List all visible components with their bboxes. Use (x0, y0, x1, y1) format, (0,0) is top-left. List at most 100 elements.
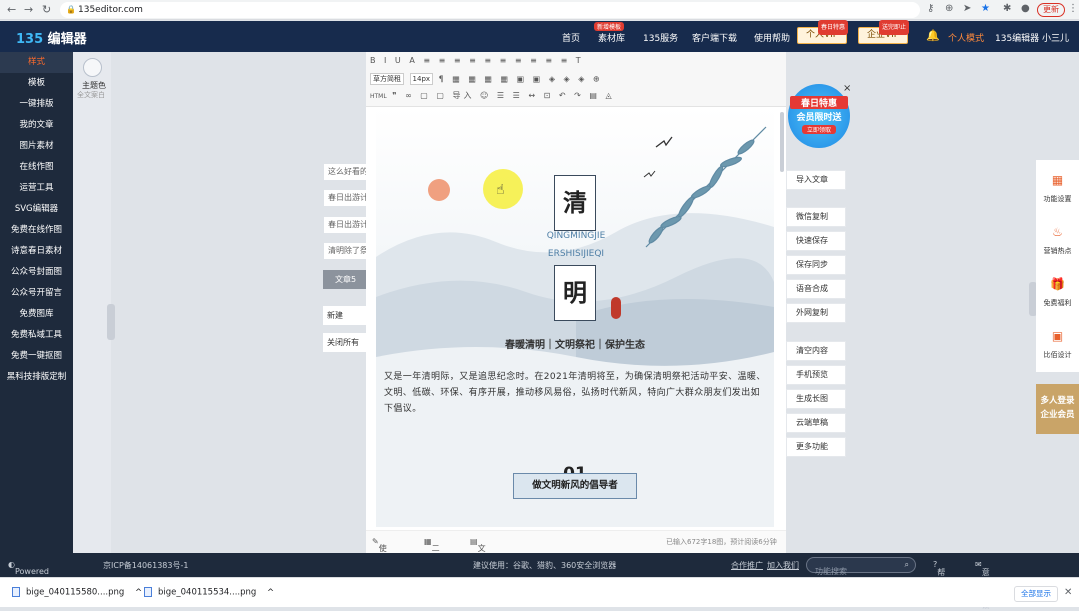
save-sync-button[interactable]: 保存同步 (786, 255, 846, 275)
toolbar-row-insert-icons[interactable]: ❞ ∞ ▢ ▢ 导入 ☺ ☰ ☰ ↔ ⊡ ↶ ↷ ▤ ◬ (392, 91, 614, 100)
partner-link[interactable]: 合作推广 (731, 560, 763, 571)
sidebar-item-free-online-design[interactable]: 免费在线作图 (0, 220, 73, 241)
toolbar-row-font-icons[interactable]: ¶ ▦ ▦ ▦ ▦ ▣ ▣ ◈ ◈ ◈ ⊕ (439, 75, 603, 84)
sidebar-item-private-tools[interactable]: 免费私域工具 (0, 325, 73, 346)
voice-synthesis-button[interactable]: 语音合成 (786, 279, 846, 299)
section-title: 做文明新风的倡导者 (513, 473, 637, 499)
sidebar-item-ops-tools[interactable]: 运营工具 (0, 178, 73, 199)
sidebar-item-cutout[interactable]: 免费一键抠图 (0, 346, 73, 367)
member-promo-line-2: 企业会员 (1040, 410, 1075, 420)
logo-text: 编辑器 (47, 32, 87, 47)
sidebar-item-open-comments[interactable]: 公众号开留言 (0, 283, 73, 304)
signature-button[interactable]: ✎ 使用签名 (372, 537, 387, 586)
close-icon[interactable]: × (843, 83, 851, 94)
wechat-copy-button[interactable]: 微信复制 (786, 207, 846, 227)
app-header: 135 编辑器 首页 新增模板 素材库 135服务 客户端下载 使用帮助 春日特惠… (0, 20, 1079, 52)
toolbar-row-insert[interactable]: HTML ❞ ∞ ▢ ▢ 导入 ☺ ☰ ☰ ↔ ⊡ ↶ ↷ ▤ ◬ (370, 90, 615, 105)
design-item[interactable]: ▣ 比佰设计 (1036, 318, 1079, 368)
proofread-button[interactable]: ▤ 文章校对 (470, 537, 486, 586)
download-item[interactable]: bige_040115580....png ^ (12, 587, 142, 598)
extensions-icon[interactable]: ✱ (1003, 3, 1011, 14)
share-icon[interactable]: ➤ (963, 3, 971, 14)
close-downloads-icon[interactable]: ✕ (1064, 587, 1072, 598)
free-benefits-item[interactable]: 🎁 免费福利 (1036, 266, 1079, 316)
app-footer: ◐ Powered By 135编辑器 京ICP备14061383号-1 建议使… (0, 553, 1079, 610)
zoom-icon[interactable]: ⊕ (945, 3, 953, 14)
promo-ad-cta[interactable]: 立即领取 (802, 125, 836, 134)
font-size-select[interactable]: 14px (409, 73, 434, 85)
enterprise-member-promo[interactable]: 多人登录 企业会员 (1036, 384, 1079, 434)
nav-help-label: 使用帮助 (754, 34, 791, 44)
nav-help[interactable]: 使用帮助 (754, 31, 790, 44)
sidebar-item-templates[interactable]: 模板 (0, 73, 73, 94)
sidebar-item-custom-layout[interactable]: 黑科技排版定制 (0, 367, 73, 388)
join-link[interactable]: 加入我们 (767, 560, 799, 571)
promo-ad[interactable]: 春日特惠 会员限时送 立即领取 (788, 84, 850, 148)
show-all-button[interactable]: 全部显示 (1014, 586, 1058, 602)
editor-scrollbar[interactable] (780, 112, 784, 172)
bookmark-star-icon[interactable]: ★ (981, 3, 990, 14)
download-item[interactable]: bige_040115534....png ^ (144, 587, 274, 598)
long-image-button[interactable]: 生成长图 (786, 389, 846, 409)
key-icon[interactable]: ⚷ (927, 3, 934, 14)
more-functions-button[interactable]: 更多功能 (786, 437, 846, 457)
nav-home[interactable]: 首页 (562, 31, 580, 44)
bell-icon[interactable]: 🔔 (926, 29, 940, 42)
icp-number[interactable]: 京ICP备14061383号-1 (103, 560, 188, 571)
font-family-select[interactable]: 草方简租 (370, 73, 404, 85)
sidebar-item-styles[interactable]: 样式 (0, 52, 73, 73)
enterprise-vip-button[interactable]: 送完即止 企业VIP (858, 20, 910, 44)
back-icon[interactable]: ← (7, 3, 16, 16)
html-button[interactable]: HTML (370, 93, 387, 100)
article-paragraph: 又是一年清明际，又是追思纪念时。在2021年清明将至，为确保清明祭祀活动平安、温… (384, 372, 766, 414)
chevron-up-icon[interactable]: ^ (135, 588, 142, 598)
nav-download[interactable]: 客户端下载 (692, 31, 737, 44)
image-icon: ▣ (1051, 329, 1064, 343)
function-settings-item[interactable]: ▦ 功能设置 (1036, 162, 1079, 212)
personal-vip-button[interactable]: 春日特惠 个人VIP (797, 20, 849, 44)
nav-services[interactable]: 135服务 (643, 31, 678, 44)
sidebar-item-svg-editor[interactable]: SVG编辑器 (0, 199, 73, 220)
import-article-button[interactable]: 导入文章 (786, 170, 846, 190)
menu-icon[interactable]: ⋮ (1068, 3, 1078, 14)
user-name[interactable]: 135编辑器 小三儿 (995, 31, 1069, 44)
function-search-input[interactable]: 功能搜索 ⌕ (806, 557, 916, 576)
article-canvas[interactable]: ☝ 清 QINGMINGJIE ERSHISIJIEQI 明 春暖清明｜文明祭祀… (376, 107, 774, 527)
external-copy-button[interactable]: 外网复制 (786, 303, 846, 323)
address-bar[interactable]: 🔒 135editor.com (60, 2, 920, 18)
sidebar-item-spring-materials[interactable]: 诗意春日素材 (0, 241, 73, 262)
feedback-link[interactable]: ✉ 意见反馈 (975, 560, 990, 610)
chevron-up-icon[interactable]: ^ (267, 588, 274, 598)
sidebar-item-image-materials[interactable]: 图片素材 (0, 136, 73, 157)
right-tool-panel: ▦ 功能设置 ♨ 营销热点 🎁 免费福利 ▣ 比佰设计 (1036, 160, 1079, 372)
sidebar-item-online-design[interactable]: 在线作图 (0, 157, 73, 178)
mobile-preview-button[interactable]: 手机预览 (786, 365, 846, 385)
cloud-draft-button[interactable]: 云端草稿 (786, 413, 846, 433)
collapse-handle[interactable] (107, 304, 115, 340)
forward-icon[interactable]: → (24, 3, 33, 16)
file-icon (144, 587, 152, 597)
article-subtitle: 春暖清明｜文明祭祀｜保护生态 (505, 340, 645, 351)
browser-bar: ← → ↻ 🔒 135editor.com ⚷ ⊕ ➤ ★ ✱ ● 更新 ⋮ (0, 0, 1079, 20)
marketing-hotspot-item[interactable]: ♨ 营销热点 (1036, 214, 1079, 264)
profile-icon[interactable]: ● (1021, 3, 1030, 14)
toolbar-row-format[interactable]: B I U A ≡ ≡ ≡ ≡ ≡ ≡ ≡ ≡ ≡ ≡ T (370, 56, 584, 71)
sidebar-item-cover-images[interactable]: 公众号封面图 (0, 262, 73, 283)
word-count: 已输入672字18图，预计阅读6分钟 (666, 538, 777, 546)
logo[interactable]: 135 编辑器 (16, 28, 87, 47)
logo-number: 135 (16, 32, 44, 47)
update-button[interactable]: 更新 (1037, 3, 1065, 17)
sidebar-item-one-click-layout[interactable]: 一键排版 (0, 94, 73, 115)
sidebar-item-my-articles[interactable]: 我的文章 (0, 115, 73, 136)
theme-color-swatch[interactable] (83, 58, 102, 77)
qrcode-button[interactable]: ▦ 二维码 (424, 537, 440, 575)
help-link[interactable]: ? 帮助 (933, 560, 945, 588)
quick-save-button[interactable]: 快速保存 (786, 231, 846, 251)
user-mode[interactable]: 个人模式 (948, 31, 984, 44)
nav-materials[interactable]: 新增模板 素材库 (594, 22, 625, 44)
sidebar-item-free-gallery[interactable]: 免费图库 (0, 304, 73, 325)
reload-icon[interactable]: ↻ (42, 3, 51, 16)
search-icon[interactable]: ⌕ (905, 558, 909, 572)
clear-content-button[interactable]: 清空内容 (786, 341, 846, 361)
toolbar-row-font[interactable]: 草方简租 14px ¶ ▦ ▦ ▦ ▦ ▣ ▣ ◈ ◈ ◈ ⊕ (370, 73, 603, 88)
